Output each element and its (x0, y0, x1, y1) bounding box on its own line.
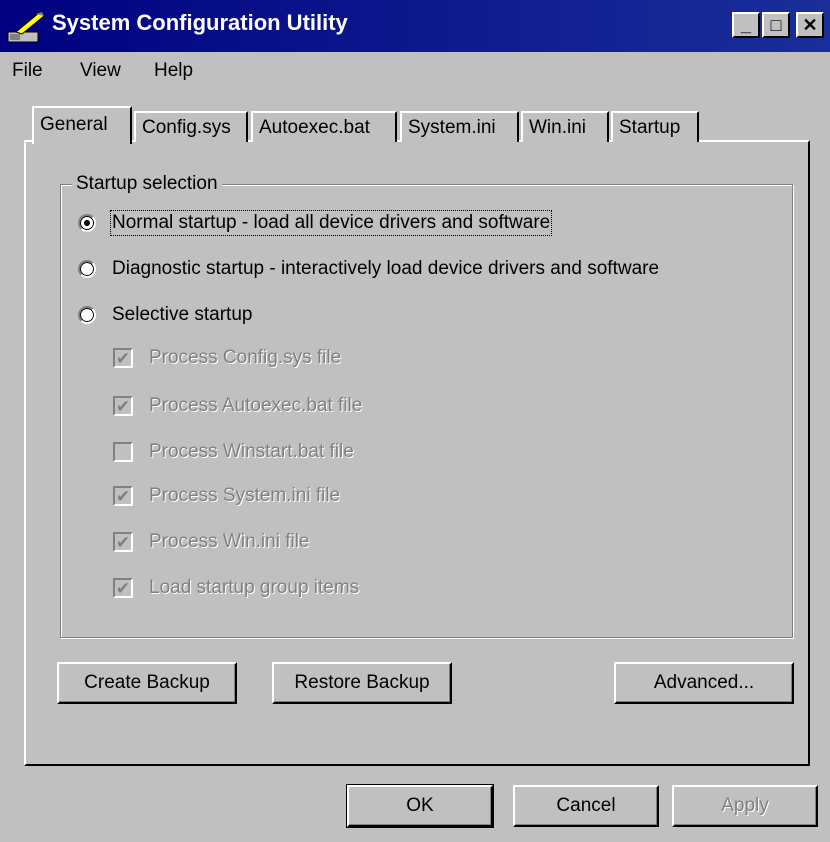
msconfig-app-icon (7, 11, 45, 43)
maximize-icon: □ (770, 15, 782, 35)
checkbox[interactable]: ✔ (113, 578, 133, 598)
minimize-icon: _ (740, 15, 751, 35)
close-button[interactable]: ✕ (796, 12, 824, 38)
tab-general[interactable]: General (32, 106, 132, 144)
tab-win-ini[interactable]: Win.ini (521, 111, 609, 142)
check-mark-icon: ✔ (115, 396, 131, 416)
window-title: System Configuration Utility (52, 10, 348, 35)
check-process-winstart-bat-label: Process Winstart.bat file (149, 441, 354, 462)
check-process-winstart-bat[interactable]: Process Winstart.bat file (113, 441, 354, 463)
radio-button[interactable] (78, 306, 96, 324)
cancel-button[interactable]: Cancel (513, 785, 659, 827)
checkbox[interactable]: ✔ (113, 348, 133, 368)
check-process-config-sys[interactable]: ✔ Process Config.sys file (113, 347, 341, 369)
apply-button[interactable]: Apply (672, 785, 818, 827)
tab-startup-label: Startup (619, 117, 681, 138)
radio-selective-startup[interactable]: Selective startup (78, 304, 252, 326)
checkbox[interactable]: ✔ (113, 486, 133, 506)
check-process-system-ini[interactable]: ✔ Process System.ini file (113, 485, 340, 507)
title-bar[interactable]: System Configuration Utility _ □ ✕ (0, 0, 830, 52)
check-mark-icon: ✔ (115, 532, 131, 552)
check-load-startup-group[interactable]: ✔ Load startup group items (113, 577, 359, 599)
check-mark-icon: ✔ (115, 578, 131, 598)
menu-view[interactable]: View (80, 60, 121, 82)
restore-backup-button[interactable]: Restore Backup (272, 662, 452, 704)
tab-win-ini-label: Win.ini (529, 117, 587, 138)
radio-diagnostic-startup-label: Diagnostic startup - interactively load … (112, 258, 660, 279)
radio-selected-dot (84, 220, 90, 226)
checkbox[interactable]: ✔ (113, 532, 133, 552)
radio-normal-startup-label: Normal startup - load all device drivers… (109, 210, 553, 236)
radio-normal-startup[interactable]: Normal startup - load all device drivers… (78, 210, 553, 236)
tab-config-sys-label: Config.sys (142, 117, 231, 138)
ok-button[interactable]: OK (346, 784, 494, 828)
startup-selection-title: Startup selection (72, 173, 222, 195)
tab-system-ini-label: System.ini (408, 117, 496, 138)
check-process-win-ini[interactable]: ✔ Process Win.ini file (113, 531, 310, 553)
tab-autoexec-bat[interactable]: Autoexec.bat (251, 111, 397, 142)
create-backup-button[interactable]: Create Backup (57, 662, 237, 704)
check-mark-icon: ✔ (115, 486, 131, 506)
menu-bar: File View Help (0, 52, 830, 92)
check-process-system-ini-label: Process System.ini file (149, 485, 341, 506)
maximize-button[interactable]: □ (762, 12, 790, 38)
tab-startup[interactable]: Startup (611, 111, 699, 142)
radio-selective-startup-label: Selective startup (112, 304, 253, 325)
check-process-win-ini-label: Process Win.ini file (149, 531, 310, 552)
check-process-autoexec-bat-label: Process Autoexec.bat file (149, 395, 363, 416)
minimize-button[interactable]: _ (732, 12, 760, 38)
checkbox[interactable]: ✔ (113, 396, 133, 416)
radio-diagnostic-startup[interactable]: Diagnostic startup - interactively load … (78, 258, 659, 280)
checkbox[interactable] (113, 442, 133, 462)
radio-button[interactable] (78, 214, 96, 232)
tab-config-sys[interactable]: Config.sys (134, 111, 248, 142)
tab-autoexec-bat-label: Autoexec.bat (259, 117, 370, 138)
radio-button[interactable] (78, 260, 96, 278)
close-icon: ✕ (802, 15, 818, 35)
menu-file[interactable]: File (12, 60, 43, 82)
advanced-button[interactable]: Advanced... (614, 662, 794, 704)
check-mark-icon: ✔ (115, 348, 131, 368)
tab-general-label: General (40, 114, 108, 135)
menu-help[interactable]: Help (154, 60, 193, 82)
tab-system-ini[interactable]: System.ini (400, 111, 519, 142)
check-process-config-sys-label: Process Config.sys file (149, 347, 342, 368)
check-load-startup-group-label: Load startup group items (149, 577, 360, 598)
check-process-autoexec-bat[interactable]: ✔ Process Autoexec.bat file (113, 395, 362, 417)
